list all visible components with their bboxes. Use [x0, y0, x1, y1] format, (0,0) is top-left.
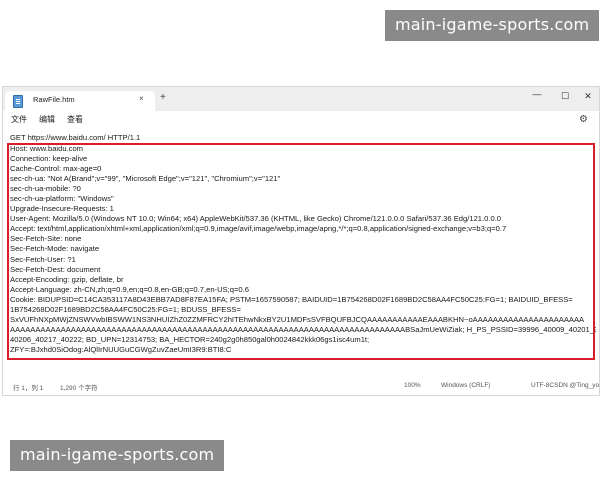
header-line: sec-ch-ua: "Not A(Brand";v="99", "Micros…: [10, 174, 281, 184]
maximize-icon[interactable]: ☐: [558, 91, 572, 102]
header-line: 1B754268D02F1689BD2C58AA4FC50C25:FG=1; B…: [10, 304, 241, 314]
new-tab-icon[interactable]: +: [160, 92, 166, 103]
notepad-icon: [13, 95, 23, 108]
header-line: User-Agent: Mozilla/5.0 (Windows NT 10.0…: [10, 214, 502, 224]
menu-file[interactable]: 文件: [11, 114, 27, 125]
zoom-level[interactable]: 100%: [404, 382, 421, 389]
title-bar: RawFile.htm × + — ☐ ✕: [3, 87, 599, 111]
header-lines: Host: www.baidu.com Connection: keep-ali…: [10, 144, 596, 355]
menu-edit[interactable]: 编辑: [39, 114, 55, 125]
header-line: Accept: text/html,application/xhtml+xml,…: [10, 224, 507, 234]
file-tab[interactable]: RawFile.htm ×: [5, 91, 155, 111]
text-editor[interactable]: GET https://www.baidu.com/ HTTP/1.1 Host…: [3, 131, 599, 377]
header-line: Sec-Fetch-User: ?1: [10, 254, 76, 264]
tab-close-icon[interactable]: ×: [139, 94, 144, 103]
encoding[interactable]: UTF-8CSDN @Ting_yo: [531, 382, 599, 389]
header-line: Connection: keep-alive: [10, 154, 88, 164]
notepad-window: RawFile.htm × + — ☐ ✕ 文件 编辑 查看 ⚙ GET htt…: [2, 86, 600, 396]
status-bar: 行 1，列 1 1,290 个字符 100% Windows (CRLF) UT…: [3, 377, 599, 395]
header-line: Cookie: BIDUPSID=C14CA353117A8D43EBB7AD8…: [10, 294, 573, 304]
character-count: 1,290 个字符: [60, 385, 98, 392]
header-line: 40206_40217_40222; BD_UPN=12314753; BA_H…: [10, 334, 370, 344]
header-line: Cache-Control: max-age=0: [10, 164, 102, 174]
header-line: Sec-Fetch-Dest: document: [10, 264, 101, 274]
menu-bar: 文件 编辑 查看 ⚙: [3, 111, 599, 131]
line-ending[interactable]: Windows (CRLF): [441, 382, 490, 389]
header-line: Host: www.baidu.com: [10, 144, 84, 153]
header-line: Sec-Fetch-Site: none: [10, 234, 82, 244]
close-icon[interactable]: ✕: [581, 91, 595, 102]
menu-view[interactable]: 查看: [67, 114, 83, 125]
watermark-top: main-igame-sports.com: [385, 10, 600, 41]
cursor-position: 行 1，列 1: [13, 385, 44, 392]
header-line: Accept-Encoding: gzip, deflate, br: [10, 274, 124, 284]
header-line: Sec-Fetch-Mode: navigate: [10, 244, 100, 254]
minimize-icon[interactable]: —: [530, 89, 544, 99]
header-line: sec-ch-ua-platform: "Windows": [10, 194, 114, 204]
header-line: sec-ch-ua-mobile: ?0: [10, 184, 81, 194]
header-line: Upgrade-Insecure-Requests: 1: [10, 204, 114, 214]
tab-title: RawFile.htm: [33, 95, 75, 104]
settings-gear-icon[interactable]: ⚙: [579, 114, 588, 125]
header-line: SxVUFhNXpMWjZNSWVwbIBSWW1NS3NHUIZhZ0ZZMF…: [10, 314, 585, 324]
watermark-bottom: main-igame-sports.com: [10, 440, 225, 471]
header-line: ZFY=:BJxhd0SiOdog:AlQlIrNUUGuCGWgZuvZaeU…: [10, 344, 232, 354]
request-line: GET https://www.baidu.com/ HTTP/1.1: [10, 133, 141, 142]
header-line: Accept-Language: zh-CN,zh;q=0.9,en;q=0.8…: [10, 284, 249, 294]
header-line: AAAAAAAAAAAAAAAAAAAAAAAAAAAAAAAAAAAAAAAA…: [10, 324, 596, 334]
